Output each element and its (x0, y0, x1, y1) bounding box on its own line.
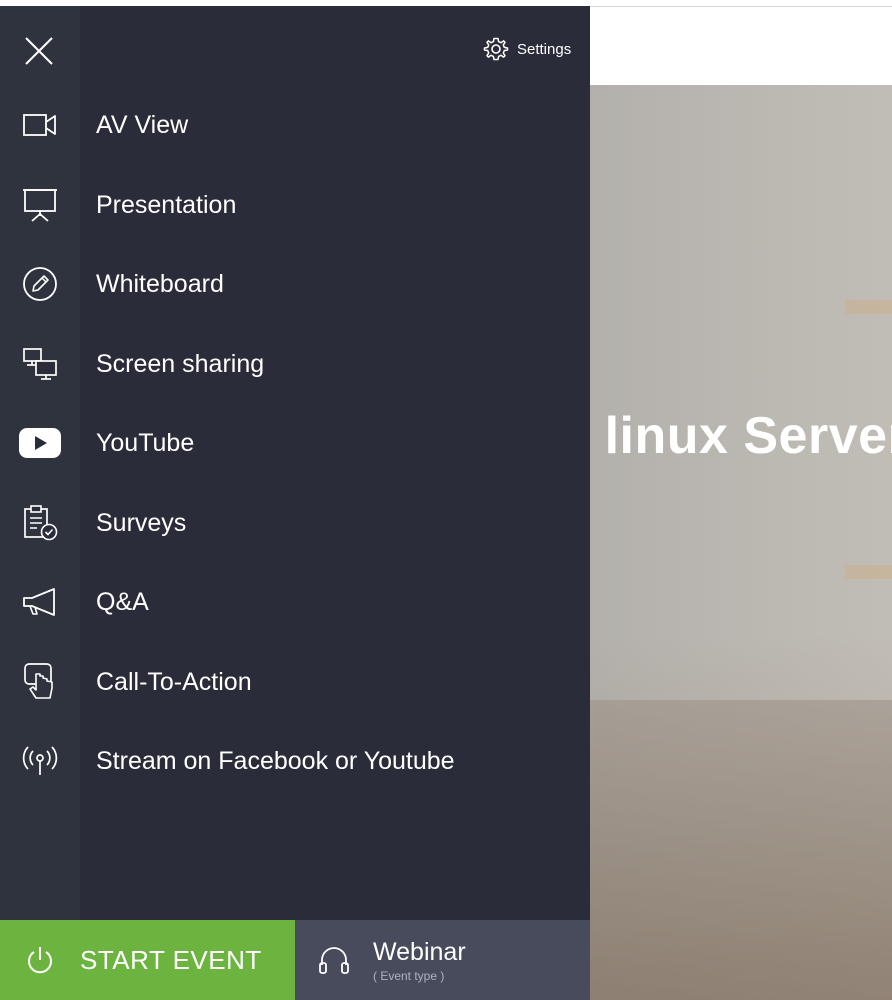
clipboard-check-icon (24, 505, 58, 541)
screen-sharing-icon (23, 348, 57, 380)
menu-item-youtube[interactable]: YouTube (0, 408, 590, 478)
menu-item-label: Presentation (96, 190, 237, 219)
hand-pointer-icon (24, 663, 53, 699)
menu-item-presentation[interactable]: Presentation (0, 170, 590, 240)
menu-item-label: Whiteboard (96, 269, 224, 298)
gear-icon (483, 37, 509, 61)
settings-label: Settings (517, 40, 572, 58)
event-type-title: Webinar (373, 937, 466, 966)
menu-item-whiteboard[interactable]: Whiteboard (0, 249, 590, 319)
headphones-icon (319, 947, 349, 974)
start-event-button[interactable]: START EVENT (0, 920, 295, 1000)
background-shelf (845, 300, 892, 314)
event-type-subtitle: ( Event type ) (373, 968, 445, 983)
menu-item-stream[interactable]: Stream on Facebook or Youtube (0, 726, 590, 796)
menu-item-label: Screen sharing (96, 349, 265, 378)
start-event-label: START EVENT (80, 944, 262, 975)
close-button[interactable] (20, 32, 58, 70)
presentation-board-icon (23, 189, 57, 222)
close-icon (25, 37, 53, 65)
menu-item-screen-sharing[interactable]: Screen sharing (0, 329, 590, 399)
video-camera-icon (23, 114, 56, 136)
menu-item-av-view[interactable]: AV View (0, 90, 590, 160)
menu-item-label: YouTube (96, 428, 195, 457)
megaphone-icon (23, 588, 55, 616)
menu-item-label: Q&A (96, 587, 149, 616)
menu-item-surveys[interactable]: Surveys (0, 488, 590, 558)
broadcast-icon (22, 746, 58, 775)
event-type-selector[interactable]: Webinar ( Event type ) (295, 920, 590, 1000)
background-shelf (845, 565, 892, 579)
settings-button[interactable]: Settings (483, 36, 571, 62)
background-floor (590, 700, 892, 1000)
pencil-circle-icon (23, 267, 57, 301)
power-icon (28, 947, 52, 974)
menu-item-call-to-action[interactable]: Call-To-Action (0, 647, 590, 717)
youtube-icon (19, 428, 61, 458)
menu-item-label: Call-To-Action (96, 667, 252, 696)
menu-item-label: AV View (96, 110, 189, 139)
menu-item-label: Stream on Facebook or Youtube (96, 746, 455, 775)
side-drawer: Settings AV View Presentation Whiteboard… (0, 6, 590, 920)
menu-item-label: Surveys (96, 508, 187, 537)
menu-item-qa[interactable]: Q&A (0, 567, 590, 637)
